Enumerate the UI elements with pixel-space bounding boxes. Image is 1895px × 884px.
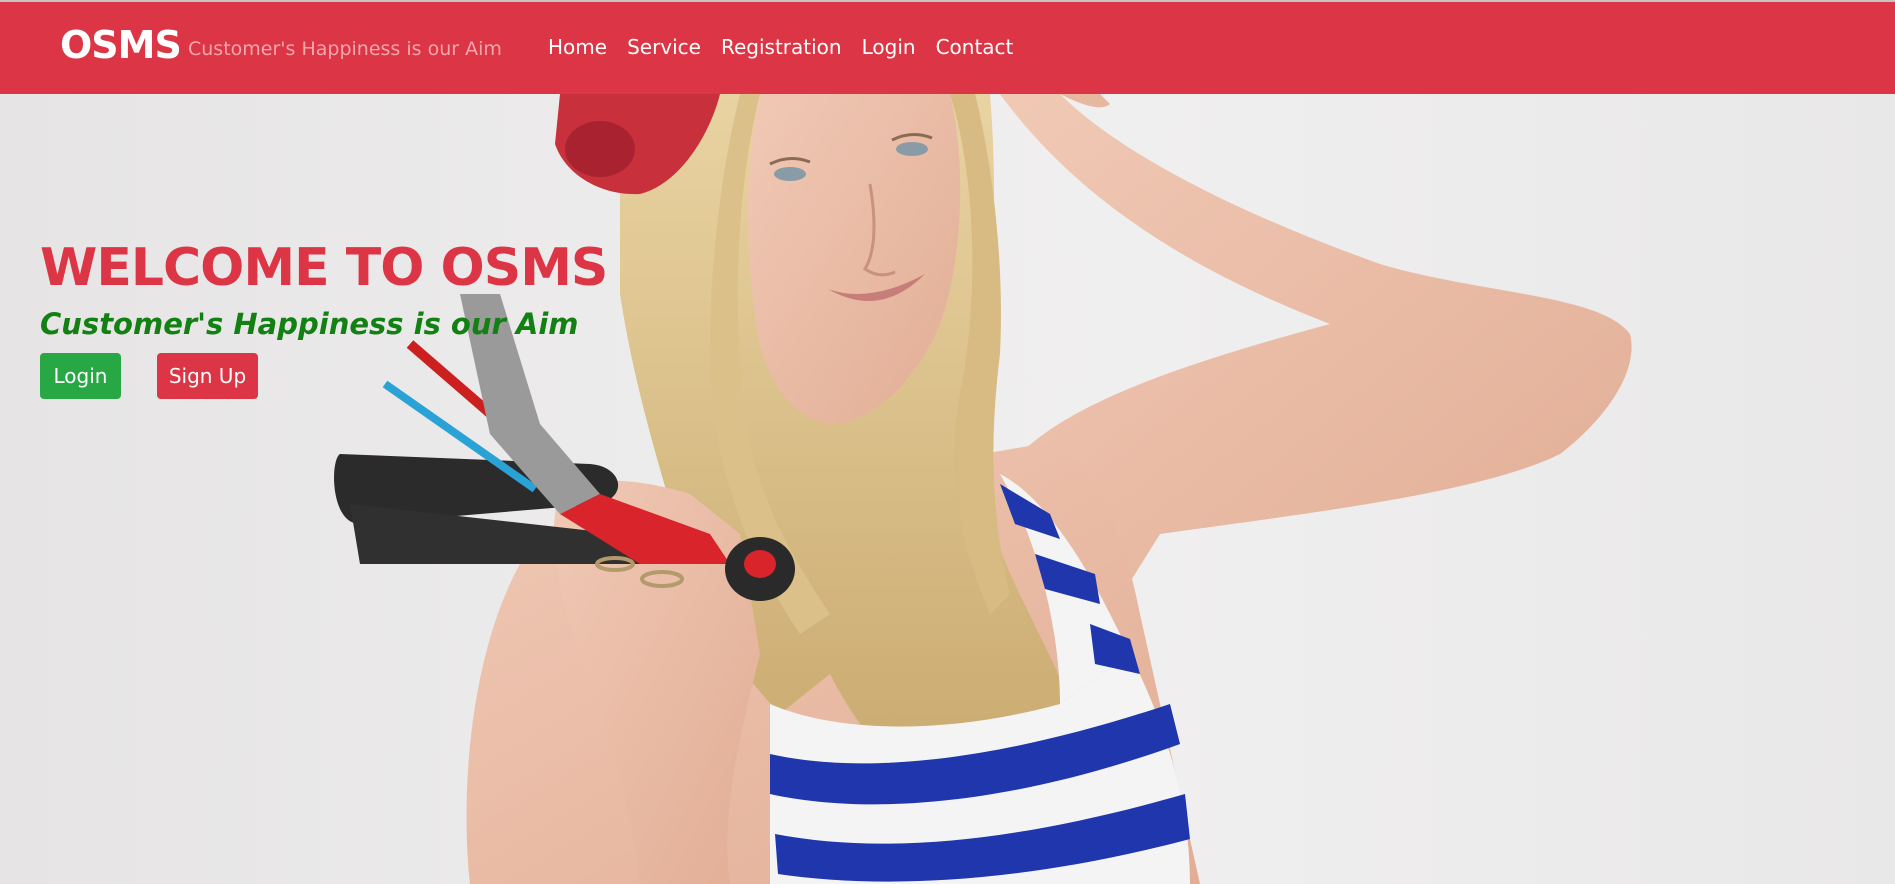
page: OSMS Customer's Happiness is our Aim Hom… (0, 0, 1895, 884)
hero-title: WELCOME TO OSMS (40, 238, 608, 298)
hero-subtitle: Customer's Happiness is our Aim (40, 307, 579, 341)
worker-illustration (334, 94, 1632, 884)
nav-link-login[interactable]: Login (862, 35, 916, 59)
nav-link-contact[interactable]: Contact (936, 35, 1014, 59)
brand-tagline: Customer's Happiness is our Aim (188, 38, 502, 60)
hero-signup-button[interactable]: Sign Up (157, 353, 258, 399)
nav-menu: Home Service Registration Login Contact (548, 35, 1033, 59)
nav-link-service[interactable]: Service (627, 35, 701, 59)
hero-login-button[interactable]: Login (40, 353, 121, 399)
hero-background-image (0, 94, 1895, 884)
nav-link-registration[interactable]: Registration (721, 35, 842, 59)
top-navbar: OSMS Customer's Happiness is our Aim Hom… (0, 0, 1895, 94)
brand-logo[interactable]: OSMS (60, 23, 182, 67)
nav-link-home[interactable]: Home (548, 35, 607, 59)
